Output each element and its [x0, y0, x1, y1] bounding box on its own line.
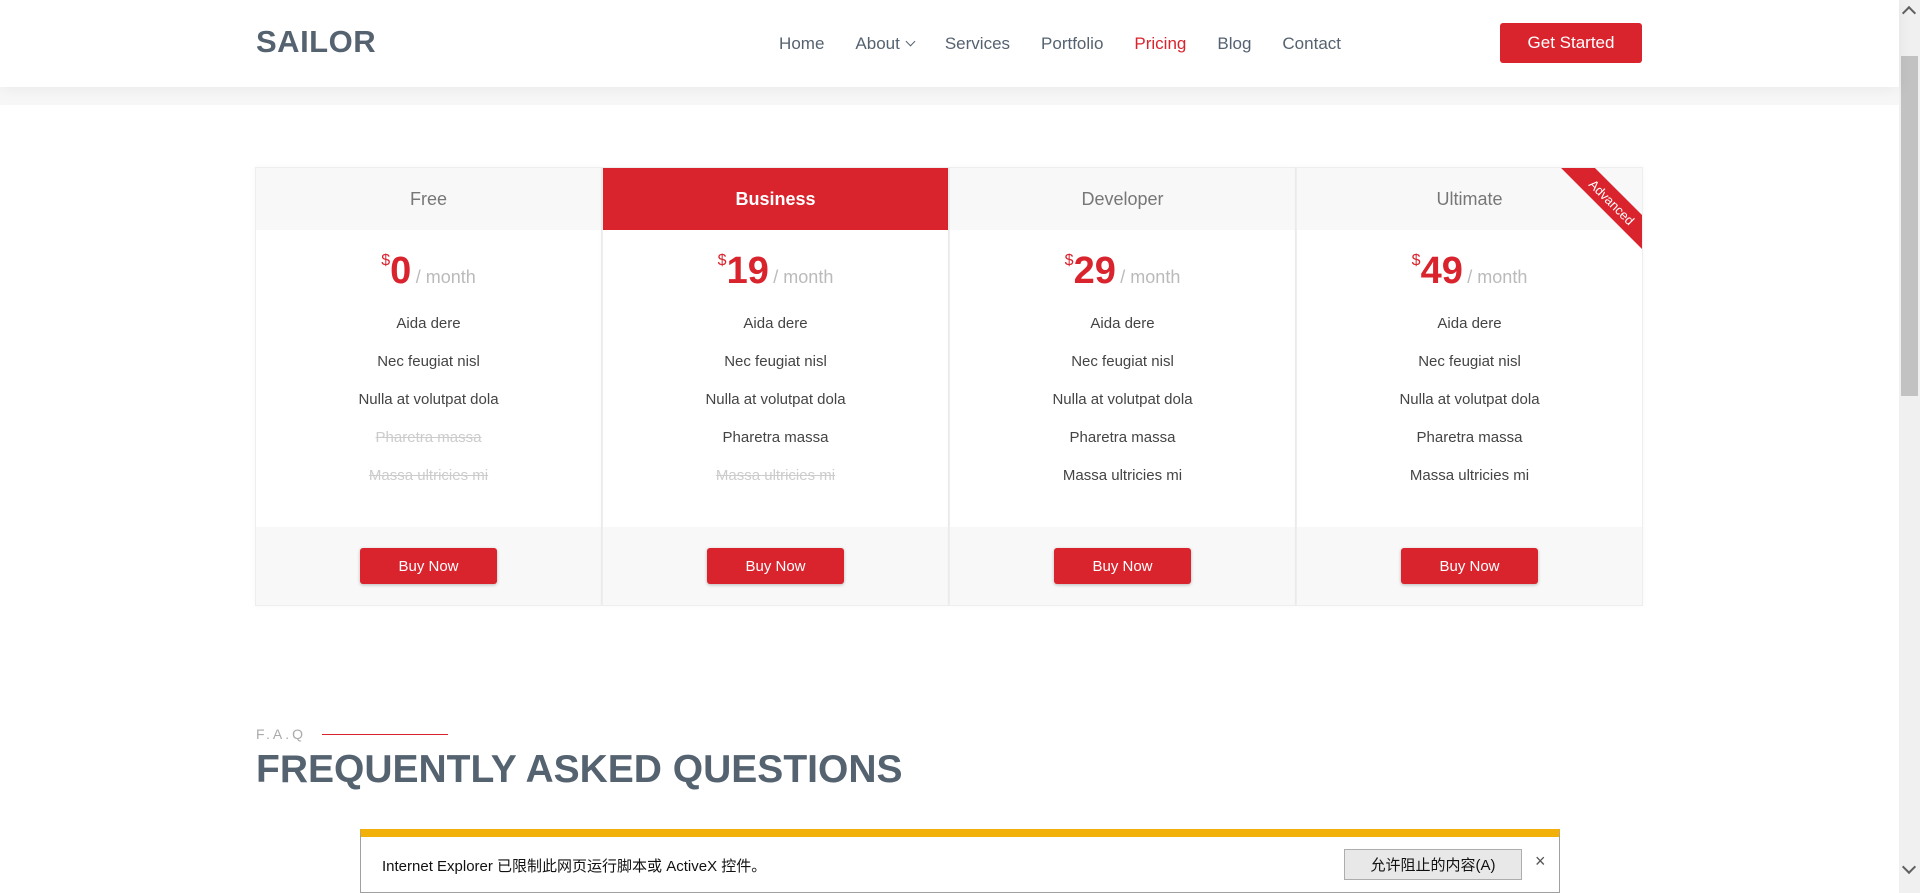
price-period: / month — [1120, 267, 1181, 287]
feature-item: Nec feugiat nisl — [1418, 353, 1521, 370]
feature-item: Aida dere — [1090, 315, 1155, 332]
price-amount: 19 — [726, 250, 769, 292]
feature-item: Aida dere — [743, 315, 808, 332]
nav-item-services[interactable]: Services — [945, 34, 1010, 54]
feature-item: Nec feugiat nisl — [724, 353, 827, 370]
feature-item-unavailable: Massa ultricies mi — [715, 467, 836, 484]
feature-item: Aida dere — [1437, 315, 1502, 332]
currency-symbol: $ — [717, 252, 727, 269]
feature-item: Nulla at volutpat dola — [1052, 391, 1193, 408]
nav-item-about[interactable]: About — [855, 33, 916, 54]
plan-name: Business — [603, 168, 948, 230]
price-amount: 0 — [390, 250, 412, 292]
plan-footer: Buy Now — [256, 527, 601, 605]
feature-item: Aida dere — [396, 315, 461, 332]
feature-list: Aida dere Nec feugiat nisl Nulla at volu… — [1297, 312, 1642, 502]
site-header: SAILOR Home About Services Portfolio Pri… — [0, 0, 1899, 87]
plan-name: Developer — [950, 168, 1295, 230]
faq-title: FREQUENTLY ASKED QUESTIONS — [256, 748, 903, 791]
scroll-up-arrow-icon[interactable] — [1901, 5, 1917, 21]
feature-item: Nulla at volutpat dola — [705, 391, 846, 408]
nav-item-portfolio[interactable]: Portfolio — [1041, 34, 1103, 54]
main-nav: Home About Services Portfolio Pricing Bl… — [748, 0, 1341, 87]
nav-label: Blog — [1217, 33, 1252, 53]
nav-label: Contact — [1282, 33, 1341, 53]
feature-item: Nulla at volutpat dola — [358, 391, 499, 408]
pricing-card-free: Free $0 / month Aida dere Nec feugiat ni… — [255, 167, 602, 606]
nav-item-home[interactable]: Home — [779, 34, 824, 54]
currency-symbol: $ — [1411, 252, 1421, 269]
scroll-down-arrow-icon[interactable] — [1901, 859, 1917, 875]
feature-list: Aida dere Nec feugiat nisl Nulla at volu… — [603, 312, 948, 502]
price-period: / month — [773, 267, 834, 287]
price-period: / month — [1467, 267, 1528, 287]
feature-list: Aida dere Nec feugiat nisl Nulla at volu… — [950, 312, 1295, 502]
feature-item-unavailable: Pharetra massa — [375, 429, 482, 446]
feature-item: Pharetra massa — [1416, 429, 1523, 446]
scrollbar-thumb[interactable] — [1901, 56, 1918, 396]
pricing-card-business: Business $19 / month Aida dere Nec feugi… — [602, 167, 949, 606]
site-logo[interactable]: SAILOR — [256, 24, 376, 60]
plan-footer: Buy Now — [603, 527, 948, 605]
price-period: / month — [415, 267, 476, 287]
vertical-scrollbar[interactable] — [1899, 0, 1920, 893]
get-started-button[interactable]: Get Started — [1500, 23, 1642, 63]
pricing-card-ultimate: Ultimate Advanced $49 / month Aida dere … — [1296, 167, 1643, 606]
nav-item-blog[interactable]: Blog — [1217, 34, 1251, 54]
pricing-card-developer: Developer $29 / month Aida dere Nec feug… — [949, 167, 1296, 606]
nav-label: Services — [944, 33, 1011, 53]
faq-section-label: F.A.Q — [256, 726, 449, 742]
pricing-section: Free $0 / month Aida dere Nec feugiat ni… — [255, 167, 1643, 606]
chevron-down-icon — [905, 36, 916, 47]
price-amount: 49 — [1420, 250, 1463, 292]
feature-item: Massa ultricies mi — [1062, 467, 1183, 484]
infobar-message: Internet Explorer 已限制此网页运行脚本或 ActiveX 控件… — [382, 858, 767, 875]
buy-now-button[interactable]: Buy Now — [360, 548, 497, 584]
price-amount: 29 — [1073, 250, 1116, 292]
nav-item-contact[interactable]: Contact — [1282, 34, 1341, 54]
feature-item: Pharetra massa — [1069, 429, 1176, 446]
nav-label: Portfolio — [1041, 33, 1104, 53]
ie-security-infobar: Internet Explorer 已限制此网页运行脚本或 ActiveX 控件… — [360, 829, 1560, 893]
plan-price: $0 / month — [256, 250, 601, 296]
feature-item: Pharetra massa — [722, 429, 829, 446]
feature-item: Nec feugiat nisl — [377, 353, 480, 370]
faq-label-text: F.A.Q — [256, 726, 307, 742]
feature-item-unavailable: Massa ultricies mi — [368, 467, 489, 484]
feature-item: Nulla at volutpat dola — [1399, 391, 1540, 408]
plan-price: $29 / month — [950, 250, 1295, 296]
plan-price: $19 / month — [603, 250, 948, 296]
buy-now-button[interactable]: Buy Now — [1054, 548, 1191, 584]
faq-label-divider — [322, 733, 449, 735]
nav-label: Home — [779, 33, 825, 53]
nav-label: About — [855, 33, 900, 53]
buy-now-button[interactable]: Buy Now — [707, 548, 844, 584]
hero-bottom-strip — [0, 87, 1899, 105]
nav-label: Pricing — [1134, 33, 1187, 53]
currency-symbol: $ — [1064, 252, 1074, 269]
close-icon[interactable]: × — [1535, 851, 1546, 872]
nav-item-pricing[interactable]: Pricing — [1134, 34, 1186, 54]
allow-blocked-content-button[interactable]: 允许阻止的内容(A) — [1344, 849, 1522, 880]
feature-item: Nec feugiat nisl — [1071, 353, 1174, 370]
feature-list: Aida dere Nec feugiat nisl Nulla at volu… — [256, 312, 601, 502]
currency-symbol: $ — [381, 252, 391, 269]
feature-item: Massa ultricies mi — [1409, 467, 1530, 484]
plan-footer: Buy Now — [950, 527, 1295, 605]
plan-name: Free — [256, 168, 601, 230]
plan-price: $49 / month — [1297, 250, 1642, 296]
buy-now-button[interactable]: Buy Now — [1401, 548, 1538, 584]
plan-footer: Buy Now — [1297, 527, 1642, 605]
